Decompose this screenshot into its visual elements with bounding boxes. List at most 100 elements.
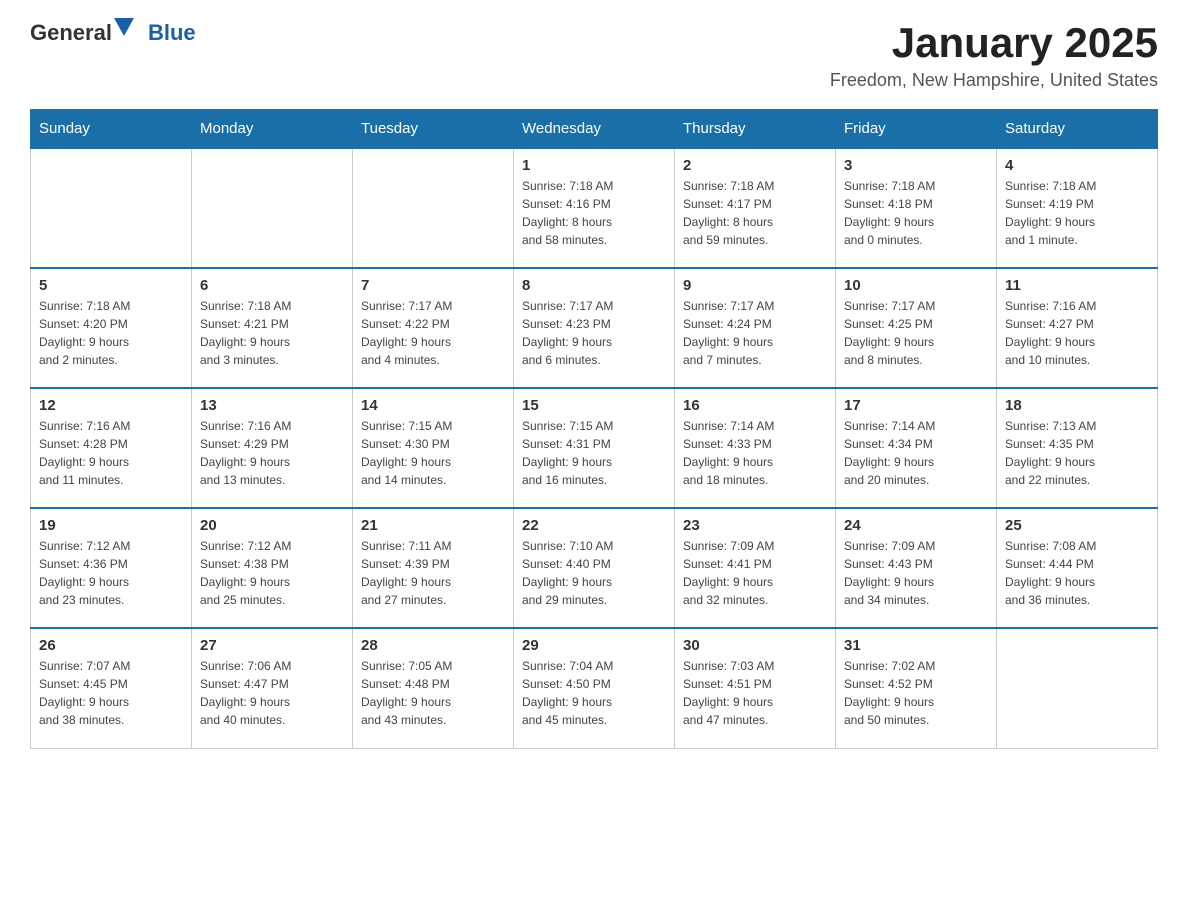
subtitle: Freedom, New Hampshire, United States: [830, 70, 1158, 91]
day-number: 14: [361, 397, 505, 414]
calendar-week-4: 19Sunrise: 7:12 AM Sunset: 4:36 PM Dayli…: [31, 508, 1158, 628]
day-info: Sunrise: 7:12 AM Sunset: 4:38 PM Dayligh…: [200, 537, 344, 609]
calendar-body: 1Sunrise: 7:18 AM Sunset: 4:16 PM Daylig…: [31, 148, 1158, 748]
logo-triangle-icon: [114, 18, 134, 36]
calendar-cell: 27 Sunrise: 7:06 AM Sunset: 4:47 PM Dayli…: [192, 628, 353, 748]
day-number: 2: [683, 157, 827, 174]
day-info: Sunrise: 7:17 AM Sunset: 4:22 PM Dayligh…: [361, 297, 505, 369]
day-number: 16: [683, 397, 827, 414]
day-number: 4: [1005, 157, 1149, 174]
calendar-cell: 2 Sunrise: 7:18 AM Sunset: 4:17 PM Daylig…: [675, 148, 836, 268]
day-header-sunday: Sunday: [31, 110, 192, 149]
calendar-cell: 11 Sunrise: 7:16 AM Sunset: 4:27 PM Dayli…: [997, 268, 1158, 388]
day-number: 17: [844, 397, 988, 414]
day-info: Sunrise: 7:02 AM Sunset: 4:52 PM Dayligh…: [844, 657, 988, 729]
calendar-week-5: 26 Sunrise: 7:07 AM Sunset: 4:45 PM Dayli…: [31, 628, 1158, 748]
calendar-cell: 15 Sunrise: 7:15 AM Sunset: 4:31 PM Dayli…: [514, 388, 675, 508]
day-number: 6: [200, 277, 344, 294]
day-info: Sunrise: 7:14 AM Sunset: 4:33 PM Dayligh…: [683, 417, 827, 489]
day-info: Sunrise: 7:17 AM Sunset: 4:24 PM Dayligh…: [683, 297, 827, 369]
day-info: Sunrise: 7:12 AM Sunset: 4:36 PM Dayligh…: [39, 537, 183, 609]
day-info: Sunrise: 7:10 AM Sunset: 4:40 PM Dayligh…: [522, 537, 666, 609]
calendar-header: SundayMondayTuesdayWednesdayThursdayFrid…: [31, 110, 1158, 149]
day-info: Sunrise: 7:14 AM Sunset: 4:34 PM Dayligh…: [844, 417, 988, 489]
calendar-cell: 10Sunrise: 7:17 AM Sunset: 4:25 PM Dayli…: [836, 268, 997, 388]
day-number: 15: [522, 397, 666, 414]
calendar-cell: [353, 148, 514, 268]
day-header-monday: Monday: [192, 110, 353, 149]
calendar-cell: 18 Sunrise: 7:13 AM Sunset: 4:35 PM Dayli…: [997, 388, 1158, 508]
calendar-cell: [997, 628, 1158, 748]
calendar-cell: [192, 148, 353, 268]
day-info: Sunrise: 7:03 AM Sunset: 4:51 PM Dayligh…: [683, 657, 827, 729]
day-number: 27: [200, 637, 344, 654]
day-number: 12: [39, 397, 183, 414]
day-info: Sunrise: 7:16 AM Sunset: 4:27 PM Dayligh…: [1005, 297, 1149, 369]
day-number: 7: [361, 277, 505, 294]
calendar-cell: 14 Sunrise: 7:15 AM Sunset: 4:30 PM Dayli…: [353, 388, 514, 508]
day-info: Sunrise: 7:18 AM Sunset: 4:17 PM Dayligh…: [683, 177, 827, 249]
day-number: 31: [844, 637, 988, 654]
day-info: Sunrise: 7:15 AM Sunset: 4:31 PM Dayligh…: [522, 417, 666, 489]
logo: General Blue: [30, 20, 196, 46]
calendar-cell: 17 Sunrise: 7:14 AM Sunset: 4:34 PM Dayli…: [836, 388, 997, 508]
day-number: 28: [361, 637, 505, 654]
calendar-cell: 20 Sunrise: 7:12 AM Sunset: 4:38 PM Dayli…: [192, 508, 353, 628]
day-number: 25: [1005, 517, 1149, 534]
day-number: 18: [1005, 397, 1149, 414]
day-number: 29: [522, 637, 666, 654]
day-number: 20: [200, 517, 344, 534]
calendar-cell: 9 Sunrise: 7:17 AM Sunset: 4:24 PM Daylig…: [675, 268, 836, 388]
day-info: Sunrise: 7:15 AM Sunset: 4:30 PM Dayligh…: [361, 417, 505, 489]
day-number: 13: [200, 397, 344, 414]
day-header-friday: Friday: [836, 110, 997, 149]
day-info: Sunrise: 7:13 AM Sunset: 4:35 PM Dayligh…: [1005, 417, 1149, 489]
calendar-cell: 19Sunrise: 7:12 AM Sunset: 4:36 PM Dayli…: [31, 508, 192, 628]
day-info: Sunrise: 7:16 AM Sunset: 4:28 PM Dayligh…: [39, 417, 183, 489]
day-number: 23: [683, 517, 827, 534]
calendar-cell: 8Sunrise: 7:17 AM Sunset: 4:23 PM Daylig…: [514, 268, 675, 388]
calendar-cell: 21Sunrise: 7:11 AM Sunset: 4:39 PM Dayli…: [353, 508, 514, 628]
day-info: Sunrise: 7:09 AM Sunset: 4:41 PM Dayligh…: [683, 537, 827, 609]
day-header-wednesday: Wednesday: [514, 110, 675, 149]
calendar-cell: 1Sunrise: 7:18 AM Sunset: 4:16 PM Daylig…: [514, 148, 675, 268]
calendar-cell: 29 Sunrise: 7:04 AM Sunset: 4:50 PM Dayli…: [514, 628, 675, 748]
day-info: Sunrise: 7:07 AM Sunset: 4:45 PM Dayligh…: [39, 657, 183, 729]
day-number: 1: [522, 157, 666, 174]
day-number: 11: [1005, 277, 1149, 294]
calendar-cell: 7 Sunrise: 7:17 AM Sunset: 4:22 PM Daylig…: [353, 268, 514, 388]
calendar-cell: 13 Sunrise: 7:16 AM Sunset: 4:29 PM Dayli…: [192, 388, 353, 508]
day-info: Sunrise: 7:08 AM Sunset: 4:44 PM Dayligh…: [1005, 537, 1149, 609]
day-info: Sunrise: 7:18 AM Sunset: 4:18 PM Dayligh…: [844, 177, 988, 249]
day-header-tuesday: Tuesday: [353, 110, 514, 149]
day-info: Sunrise: 7:18 AM Sunset: 4:20 PM Dayligh…: [39, 297, 183, 369]
day-header-thursday: Thursday: [675, 110, 836, 149]
logo-general: General: [30, 20, 112, 46]
day-number: 10: [844, 277, 988, 294]
day-header-saturday: Saturday: [997, 110, 1158, 149]
calendar-week-2: 5 Sunrise: 7:18 AM Sunset: 4:20 PM Daylig…: [31, 268, 1158, 388]
day-info: Sunrise: 7:18 AM Sunset: 4:19 PM Dayligh…: [1005, 177, 1149, 249]
page-title: January 2025: [830, 20, 1158, 66]
day-number: 9: [683, 277, 827, 294]
day-info: Sunrise: 7:09 AM Sunset: 4:43 PM Dayligh…: [844, 537, 988, 609]
day-number: 24: [844, 517, 988, 534]
day-info: Sunrise: 7:06 AM Sunset: 4:47 PM Dayligh…: [200, 657, 344, 729]
calendar-cell: 23 Sunrise: 7:09 AM Sunset: 4:41 PM Dayli…: [675, 508, 836, 628]
day-info: Sunrise: 7:04 AM Sunset: 4:50 PM Dayligh…: [522, 657, 666, 729]
day-info: Sunrise: 7:16 AM Sunset: 4:29 PM Dayligh…: [200, 417, 344, 489]
calendar-cell: 5 Sunrise: 7:18 AM Sunset: 4:20 PM Daylig…: [31, 268, 192, 388]
calendar-cell: 31 Sunrise: 7:02 AM Sunset: 4:52 PM Dayli…: [836, 628, 997, 748]
calendar-cell: 24 Sunrise: 7:09 AM Sunset: 4:43 PM Dayli…: [836, 508, 997, 628]
calendar-table: SundayMondayTuesdayWednesdayThursdayFrid…: [30, 109, 1158, 749]
calendar-cell: 26 Sunrise: 7:07 AM Sunset: 4:45 PM Dayli…: [31, 628, 192, 748]
calendar-cell: 6Sunrise: 7:18 AM Sunset: 4:21 PM Daylig…: [192, 268, 353, 388]
day-number: 26: [39, 637, 183, 654]
day-info: Sunrise: 7:17 AM Sunset: 4:23 PM Dayligh…: [522, 297, 666, 369]
calendar-cell: 3Sunrise: 7:18 AM Sunset: 4:18 PM Daylig…: [836, 148, 997, 268]
day-number: 22: [522, 517, 666, 534]
day-info: Sunrise: 7:05 AM Sunset: 4:48 PM Dayligh…: [361, 657, 505, 729]
day-number: 5: [39, 277, 183, 294]
title-area: January 2025 Freedom, New Hampshire, Uni…: [830, 20, 1158, 91]
calendar-cell: 28 Sunrise: 7:05 AM Sunset: 4:48 PM Dayli…: [353, 628, 514, 748]
